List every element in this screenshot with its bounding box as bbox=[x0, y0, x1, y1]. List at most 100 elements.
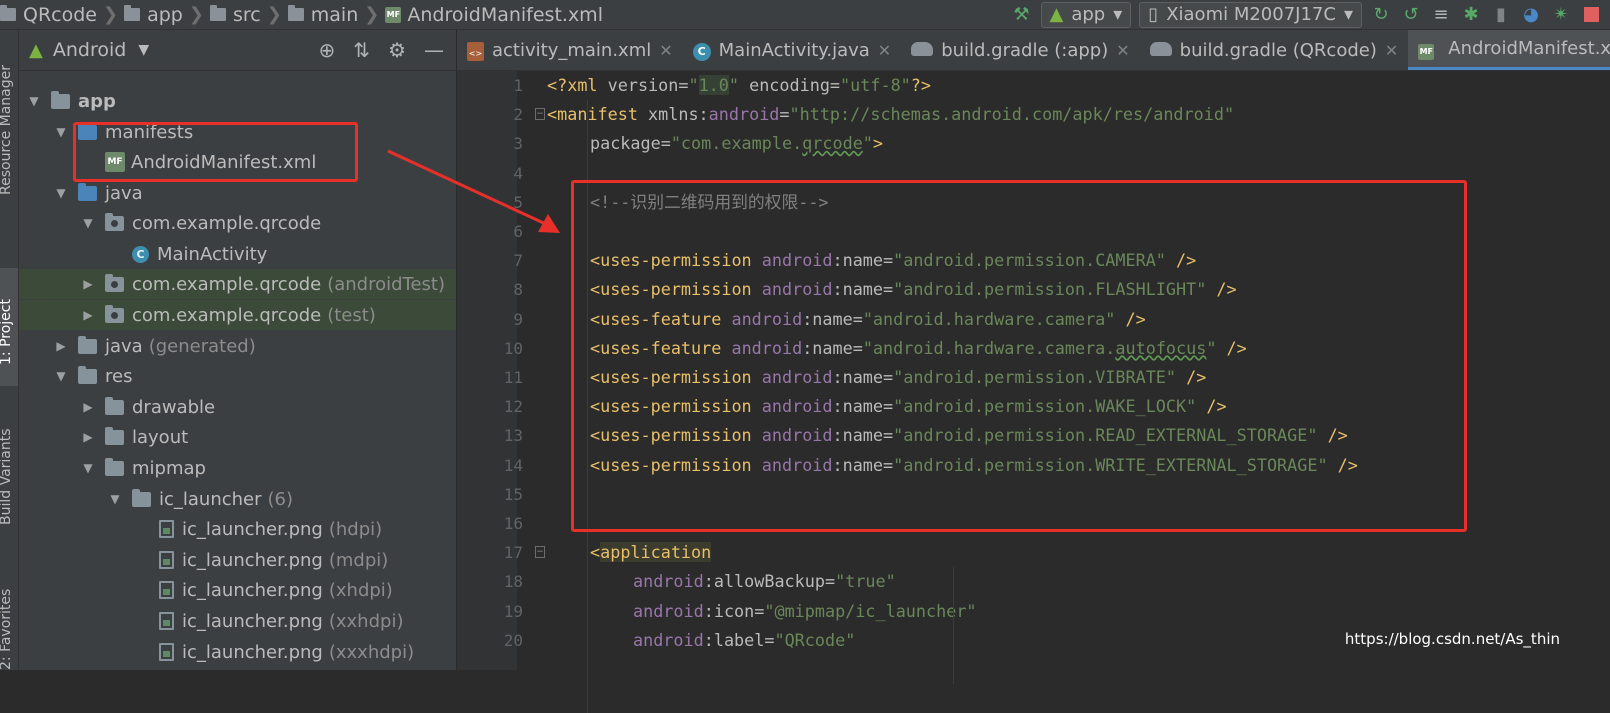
locate-icon[interactable]: ⊕ bbox=[319, 38, 336, 62]
folder-icon bbox=[105, 400, 124, 415]
editor-tab[interactable]: MFAndroidManifest.xml✕ bbox=[1408, 30, 1610, 70]
expand-arrow-icon[interactable]: ▼ bbox=[81, 216, 95, 230]
close-icon[interactable]: ✕ bbox=[1385, 41, 1398, 60]
tree-item[interactable]: ▼ app bbox=[19, 86, 456, 116]
device-dropdown[interactable]: ▯ Xiaomi M2007J17C ▾ bbox=[1139, 2, 1362, 28]
project-view-selector[interactable]: ▲ Android ▼ ⊕ ⇅ ⚙ — bbox=[19, 30, 456, 71]
editor-tab[interactable]: build.gradle (QRcode)✕ bbox=[1140, 30, 1409, 70]
package-icon bbox=[105, 277, 124, 292]
breadcrumb: QRcode❯app❯src❯main❯MFAndroidManifest.xm… bbox=[0, 0, 603, 29]
tree-item-label: ic_launcher bbox=[159, 489, 262, 510]
collapse-arrow-icon[interactable]: ▶ bbox=[81, 400, 95, 414]
close-icon[interactable]: ✕ bbox=[878, 41, 891, 60]
list-icon[interactable]: ≡ bbox=[1430, 4, 1452, 26]
gear-icon[interactable]: ⚙ bbox=[388, 38, 406, 62]
attach-debugger-icon[interactable]: ▮ bbox=[1490, 4, 1512, 26]
breadcrumb-separator-icon: ❯ bbox=[103, 4, 118, 25]
breadcrumb-item[interactable]: src bbox=[210, 4, 261, 26]
tree-item-label: app bbox=[78, 91, 116, 112]
line-number: 9 bbox=[483, 310, 523, 329]
tree-item[interactable]: ic_launcher.png(xxxhdpi) bbox=[19, 637, 456, 667]
tree-item[interactable]: ▼ mipmap bbox=[19, 453, 456, 483]
stop-icon[interactable] bbox=[1580, 4, 1602, 26]
build-variants-tab[interactable]: Build Variants bbox=[0, 428, 14, 525]
code-token: xml bbox=[567, 75, 597, 95]
line-number: 15 bbox=[483, 485, 523, 504]
run-config-dropdown[interactable]: ▲ app ▾ bbox=[1041, 2, 1132, 28]
hammer-icon[interactable]: ⚒ bbox=[1011, 4, 1033, 26]
tree-item-label: com.example.qrcode bbox=[132, 274, 321, 295]
code-token: version= bbox=[598, 75, 689, 95]
tree-item[interactable]: ▶com.example.qrcode(test) bbox=[19, 300, 456, 330]
expand-arrow-icon[interactable]: ▼ bbox=[54, 186, 68, 200]
breadcrumb-item[interactable]: main bbox=[288, 4, 358, 26]
resource-manager-tab[interactable]: Resource Manager bbox=[0, 65, 14, 195]
tree-item[interactable]: ▼ic_launcher(6) bbox=[19, 484, 456, 514]
tree-item[interactable]: ▶layout bbox=[19, 422, 456, 452]
debug-icon[interactable]: ✱ bbox=[1460, 4, 1482, 26]
editor-tab[interactable]: build.gradle (:app)✕ bbox=[901, 30, 1139, 70]
folder-icon bbox=[124, 8, 140, 21]
expand-arrow-icon[interactable]: ▼ bbox=[108, 492, 122, 506]
code-token: encoding= bbox=[739, 75, 840, 95]
tree-item-label: res bbox=[105, 366, 132, 387]
close-icon[interactable]: ✕ bbox=[1116, 41, 1129, 60]
fold-icon[interactable]: − bbox=[535, 108, 545, 120]
tree-item[interactable]: ic_launcher.png(xhdpi) bbox=[19, 575, 456, 605]
line-number: 10 bbox=[483, 339, 523, 358]
close-icon[interactable]: ✕ bbox=[659, 41, 672, 60]
breadcrumb-label: app bbox=[147, 4, 183, 26]
code-token: :label= bbox=[704, 630, 775, 650]
minimize-icon[interactable]: — bbox=[424, 38, 444, 62]
line-number: 12 bbox=[483, 397, 523, 416]
breadcrumb-item[interactable]: app bbox=[124, 4, 183, 26]
chevron-down-icon: ▼ bbox=[138, 42, 149, 58]
gradle-icon bbox=[1150, 40, 1172, 61]
tree-item[interactable]: ▶com.example.qrcode(androidTest) bbox=[19, 269, 456, 299]
apply-changes-icon[interactable]: ↻ bbox=[1370, 4, 1392, 26]
watermark: https://blog.csdn.net/As_thin bbox=[1345, 630, 1560, 648]
code-token: 1.0 bbox=[699, 75, 729, 95]
favorites-tab[interactable]: 2: Favorites bbox=[0, 589, 14, 670]
breadcrumb-item[interactable]: MFAndroidManifest.xml bbox=[385, 4, 603, 26]
collapse-arrow-icon[interactable]: ▶ bbox=[81, 430, 95, 444]
collapse-arrow-icon[interactable]: ▶ bbox=[81, 277, 95, 291]
collapse-all-icon[interactable]: ⇅ bbox=[353, 38, 370, 62]
apply-code-changes-icon[interactable]: ↺ bbox=[1400, 4, 1422, 26]
tree-item[interactable]: ▶drawable bbox=[19, 392, 456, 422]
code-token: ?> bbox=[911, 75, 931, 95]
project-tab[interactable]: 1: Project bbox=[0, 299, 14, 365]
tree-item-label: mipmap bbox=[132, 458, 206, 479]
code-token: xmlns: bbox=[638, 104, 709, 124]
breadcrumb-separator-icon: ❯ bbox=[267, 4, 282, 25]
tree-item[interactable]: ▶java(generated) bbox=[19, 331, 456, 361]
line-number: 14 bbox=[483, 456, 523, 475]
tree-item[interactable]: ▼ res bbox=[19, 361, 456, 391]
fold-icon[interactable]: − bbox=[535, 546, 545, 558]
code-token: " bbox=[863, 133, 873, 153]
line-number: 18 bbox=[483, 572, 523, 591]
run-tests-icon[interactable]: ✴ bbox=[1550, 4, 1572, 26]
tree-item[interactable]: ic_launcher.png(mdpi) bbox=[19, 545, 456, 575]
collapse-arrow-icon[interactable]: ▶ bbox=[54, 339, 68, 353]
xml-file-icon: <> bbox=[467, 40, 484, 61]
tree-item[interactable]: ic_launcher.png(xxhdpi) bbox=[19, 606, 456, 636]
editor-tab[interactable]: <>activity_main.xml✕ bbox=[457, 30, 683, 70]
profile-icon[interactable]: ◕ bbox=[1520, 4, 1542, 26]
code-line: android:icon="@mipmap/ic_launcher" bbox=[633, 597, 977, 626]
code-token: "com.example. bbox=[671, 133, 802, 153]
breadcrumb-item[interactable]: QRcode bbox=[0, 4, 97, 26]
code-line: <manifest xmlns:android="http://schemas.… bbox=[547, 100, 1234, 129]
expand-arrow-icon[interactable]: ▼ bbox=[54, 369, 68, 383]
editor-tab[interactable]: CMainActivity.java✕ bbox=[683, 30, 902, 70]
code-token: = bbox=[779, 104, 789, 124]
code-token: "http://schemas.android.com/apk/res/andr… bbox=[790, 104, 1235, 124]
tree-item[interactable]: ic_launcher.png(hdpi) bbox=[19, 514, 456, 544]
expand-arrow-icon[interactable]: ▼ bbox=[81, 461, 95, 475]
editor-tab-label: AndroidManifest.xml bbox=[1448, 38, 1610, 59]
collapse-arrow-icon[interactable]: ▶ bbox=[81, 308, 95, 322]
tree-item-label: com.example.qrcode bbox=[132, 213, 321, 234]
editor-tab-label: MainActivity.java bbox=[719, 40, 870, 61]
expand-arrow-icon[interactable]: ▼ bbox=[54, 125, 68, 139]
expand-arrow-icon[interactable]: ▼ bbox=[27, 94, 41, 108]
